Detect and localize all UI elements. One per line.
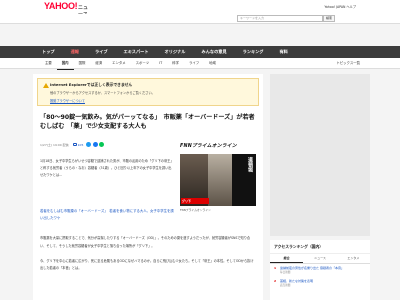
related-article-link[interactable]: 若者をむしばむ市販薬の「オーバードーズ」 若者を食い物にする大人。女子中学生を誘… (40, 208, 174, 222)
recommended-browser-link[interactable]: 推奨ブラウザーについて (50, 98, 85, 103)
article-meta: 1/27(土) 19:00 配信 105 (40, 142, 105, 147)
category-entertainment[interactable]: エンタメ (107, 58, 130, 70)
ranking-tab-entertainment[interactable]: エンタメ (337, 254, 370, 263)
comment-icon (72, 142, 77, 146)
article-headline: 「80～90錠一気飲み。気がパーッてなる」 市販薬「オーバードーズ」が若者むしば… (40, 114, 255, 130)
ranking-item-source: 毎日新聞 (280, 271, 291, 274)
nav-item-paid[interactable]: 有料 (271, 46, 295, 58)
article-body-3-text: 今、グリ下を中心に若者に広がり、死に至る危険もあるODになぜハマるのか。自らに飛… (40, 258, 254, 271)
logo-text: YAHOO! (44, 1, 78, 11)
ranking-title: アクセスランキング（国内） (270, 240, 370, 254)
sidebar-ad-area (270, 74, 370, 236)
publish-date: 1/27(土) 19:00 配信 (40, 142, 69, 147)
search-bar: キーワードを入力 検索 (0, 14, 400, 24)
photo-caption: FNNプライムオンライン (180, 208, 211, 212)
photo-sign: 道頓堀 (232, 154, 256, 206)
article-body-2-text: 市販薬を大量に摂取することで、気分が高揚したりする「オーバードーズ（OD）」。そ… (40, 236, 251, 248)
category-it[interactable]: IT (154, 58, 167, 70)
ranking-item-text: 首相、新たな対策を表明 (280, 279, 314, 283)
ranking-item[interactable]: 2 首相、新たな対策を表明 読売新聞 (270, 277, 370, 290)
ranking-tab-all[interactable]: 総合 (270, 254, 304, 263)
nav-item-top[interactable]: トップ (34, 46, 63, 58)
main-nav: トップ 速報 ライブ エキスパート オリジナル みんなの意見 ランキング 有料 (0, 46, 400, 58)
comments-link[interactable]: 105 (72, 142, 84, 147)
line-share-icon[interactable] (99, 142, 105, 147)
article-photo[interactable]: 道頓堀 グリ下 (180, 154, 256, 206)
category-main[interactable]: 主要 (40, 58, 57, 70)
notice-text: 他のブラウザーからアクセスするか、スマートフォンからご覧ください。 (50, 91, 155, 95)
category-nav: 主要 国内 国際 経済 エンタメ スポーツ IT 科学 ライフ 地域 トピックス… (0, 58, 400, 70)
nav-item-opinion[interactable]: みんなの意見 (194, 46, 235, 58)
category-science[interactable]: 科学 (167, 58, 184, 70)
category-domestic[interactable]: 国内 (56, 58, 74, 70)
x-share-icon[interactable] (86, 142, 92, 147)
ranking-item-text: 逮捕前夜の男性が名乗り出た 容疑者の「本音」 (280, 266, 344, 270)
nav-item-original[interactable]: オリジナル (157, 46, 194, 58)
ranking-item[interactable]: 1 逮捕前夜の男性が名乗り出た 容疑者の「本音」 毎日新聞 (270, 264, 370, 277)
topics-list-link[interactable]: トピックス一覧 (336, 58, 360, 69)
search-button[interactable]: 検索 (323, 15, 335, 22)
category-sports[interactable]: スポーツ (131, 58, 155, 70)
nav-item-breaking[interactable]: 速報 (63, 46, 87, 58)
facebook-share-icon[interactable] (92, 142, 98, 147)
notice-title: Internet Explorerでは正しく表示できません (50, 82, 133, 87)
photo-person-right (208, 154, 232, 206)
warning-icon (43, 83, 49, 88)
category-economy[interactable]: 経済 (90, 58, 107, 70)
article-container: Internet Explorerでは正しく表示できません 他のブラウザーからア… (33, 74, 263, 300)
nav-item-expert[interactable]: エキスパート (116, 46, 157, 58)
access-ranking: アクセスランキング（国内） 総合 ニュース エンタメ 1 逮捕前夜の男性が名乗り… (270, 240, 370, 300)
ranking-tabs: 総合 ニュース エンタメ (270, 254, 370, 264)
article-source[interactable]: FNNプライムオンライン (180, 142, 237, 149)
category-life[interactable]: ライフ (184, 58, 204, 70)
nav-item-live[interactable]: ライブ (87, 46, 116, 58)
search-input[interactable]: キーワードを入力 (237, 15, 323, 22)
category-local[interactable]: 地域 (204, 58, 221, 70)
ranking-tab-news[interactable]: ニュース (303, 254, 336, 263)
browser-notice: Internet Explorerでは正しく表示できません 他のブラウザーからア… (37, 78, 259, 106)
header-links[interactable]: Yahoo! JAPAN ヘルプ (324, 4, 356, 9)
nav-item-ranking[interactable]: ランキング (235, 46, 272, 58)
photo-tag: グリ下 (181, 198, 209, 204)
article-body-2: 市販薬を大量に摂取することで、気分が高揚したりする「オーバードーズ（OD）」。そ… (40, 235, 256, 273)
header: YAHOO! ニュース Yahoo! JAPAN ヘルプ (0, 0, 400, 18)
article-body-1: 1月18日、女子中学生らがいせつ容疑で逮捕された男が、市販の乱用のため「グリ下の… (40, 159, 174, 177)
category-international[interactable]: 国際 (74, 58, 91, 70)
comment-count: 105 (77, 142, 84, 147)
share-buttons (86, 142, 105, 147)
ranking-item-source: 読売新聞 (280, 284, 291, 287)
yahoo-news-logo[interactable]: YAHOO! ニュース (44, 1, 88, 18)
